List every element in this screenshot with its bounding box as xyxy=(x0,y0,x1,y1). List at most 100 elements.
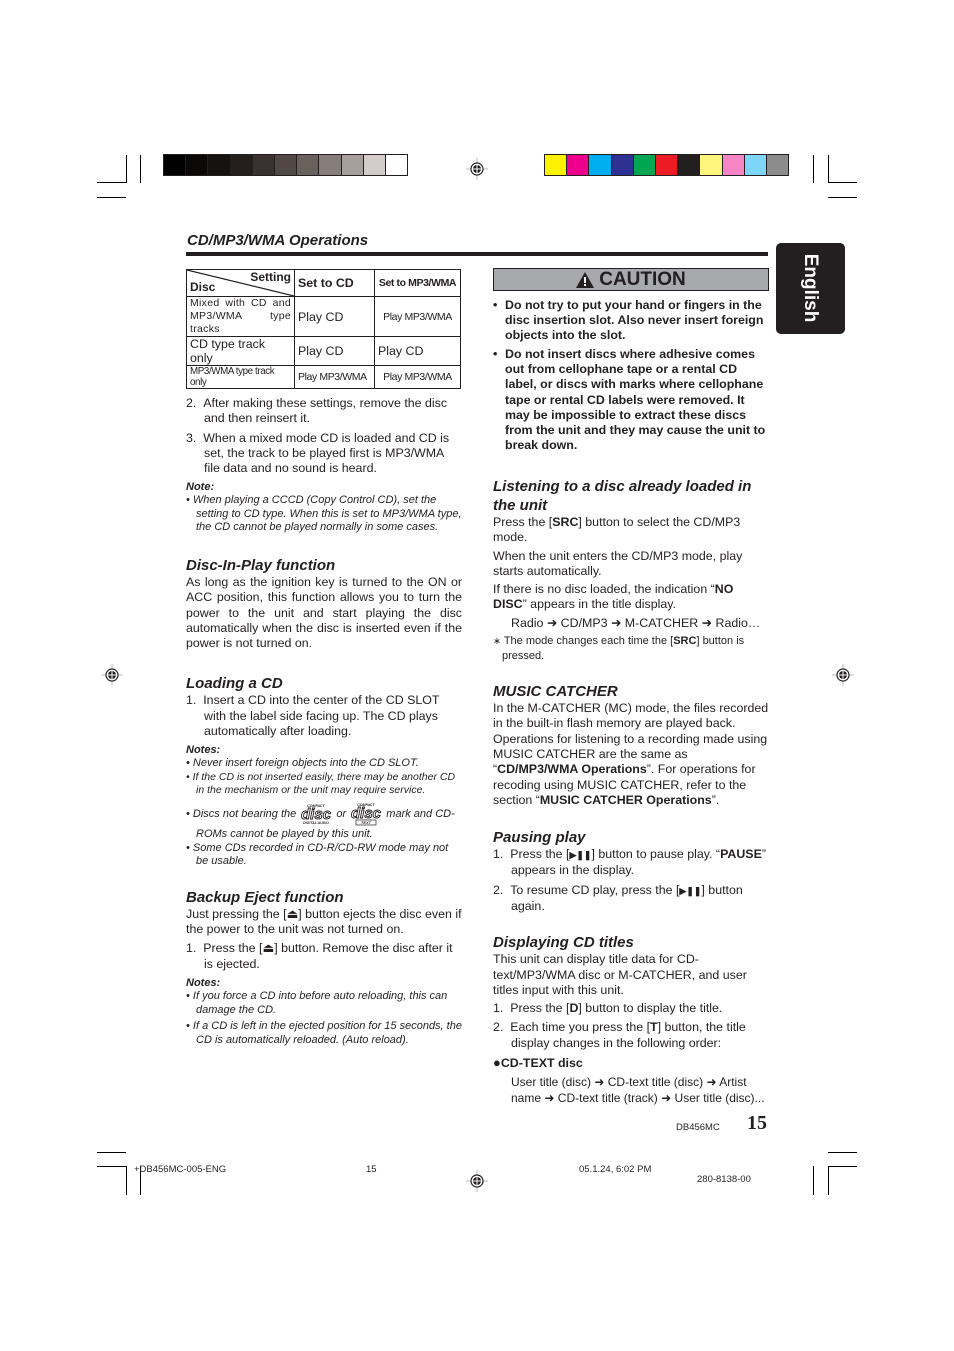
color-calibration-bar xyxy=(544,154,789,176)
note-item: Never insert foreign objects into the CD… xyxy=(186,757,462,771)
gray-swatch xyxy=(274,155,298,175)
cd-text-label: ●CD-TEXT disc xyxy=(493,1055,583,1071)
displaying-heading: Displaying CD titles xyxy=(493,934,634,952)
table-row: Mixed with CD and MP3/WMA type tracks Pl… xyxy=(186,296,461,337)
grayscale-calibration-bar xyxy=(163,154,408,176)
list-item: 1. Press the [D] button to display the t… xyxy=(493,1001,723,1016)
caution-item: Do not insert discs where adhesive comes… xyxy=(493,347,769,453)
table-row: MP3/WMA type track only Play MP3/WMA Pla… xyxy=(186,365,461,389)
mp3-setting-value: Play CD xyxy=(374,336,461,366)
displaying-body: This unit can display title data for CD-… xyxy=(493,952,747,997)
caution-list: Do not try to put your hand or fingers i… xyxy=(493,298,769,453)
music-catcher-body: In the M-CATCHER (MC) mode, the files re… xyxy=(493,701,769,807)
list-item: 1. Press the [⏏] button. Remove the disc… xyxy=(186,941,453,971)
compact-disc-text-logo: COMPACT disc TEXT xyxy=(349,802,383,826)
listening-p3: If there is no disc loaded, the indicati… xyxy=(493,582,734,612)
cd-setting-value: Play CD xyxy=(294,296,375,337)
note-item: If you force a CD into before auto reloa… xyxy=(186,990,462,1017)
list-item: 2. After making these settings, remove t… xyxy=(186,396,448,426)
left-column: Setting Disc Set to CD Set to MP3/WMA Mi… xyxy=(186,269,462,1047)
gray-swatch xyxy=(230,155,253,175)
color-swatch xyxy=(589,155,612,175)
pausing-steps: 1. Press the [▶❚❚] button to pause play.… xyxy=(493,847,769,914)
pausing-heading: Pausing play xyxy=(493,829,586,847)
section-rule xyxy=(186,252,768,256)
mode-footnote: ∗ The mode changes each time the [SRC] b… xyxy=(493,635,745,663)
note-heading: Note: xyxy=(186,481,215,494)
displaying-steps: 1. Press the [D] button to display the t… xyxy=(493,1001,769,1051)
backup-eject-steps: 1. Press the [⏏] button. Remove the disc… xyxy=(186,941,462,972)
cd-setting-value: Play CD xyxy=(294,336,375,366)
mode-flow: Radio ➜ CD/MP3 ➜ M-CATCHER ➜ Radio… xyxy=(511,615,761,630)
registration-mark-bottom xyxy=(466,1170,488,1192)
gray-swatch xyxy=(385,155,408,175)
color-swatch xyxy=(700,155,723,175)
color-swatch xyxy=(766,155,789,175)
note-item: Discs not bearing the COMPACTdiscDIGITAL… xyxy=(186,802,462,842)
page-number: 15 xyxy=(747,1112,767,1134)
disc-in-play-body: As long as the ignition key is turned to… xyxy=(186,574,462,651)
cd-setting-value: Play MP3/WMA xyxy=(294,365,375,389)
registration-mark-right xyxy=(832,664,854,686)
arrow-right-icon: ➜ xyxy=(706,1075,717,1090)
arrow-right-icon: ➜ xyxy=(661,1090,672,1105)
arrow-right-icon: ➜ xyxy=(701,615,713,630)
backup-eject-body: Just pressing the [⏏] button ejects the … xyxy=(186,906,462,937)
section-title: CD/MP3/WMA Operations xyxy=(187,232,369,249)
table-row: CD type track only Play CD Play CD xyxy=(186,336,461,366)
color-swatch xyxy=(567,155,590,175)
list-item: 2. To resume CD play, press the [▶❚❚] bu… xyxy=(493,882,743,913)
list-item: 1. Insert a CD into the center of the CD… xyxy=(186,693,440,739)
loading-steps: 1. Insert a CD into the center of the CD… xyxy=(186,693,462,739)
mp3-setting-value: Play MP3/WMA xyxy=(374,365,461,389)
disc-type: MP3/WMA type track only xyxy=(186,365,295,389)
play-pause-icon: ▶❚❚ xyxy=(679,885,702,896)
notes-heading: Notes: xyxy=(186,977,221,990)
steps-after-table: 2. After making these settings, remove t… xyxy=(186,396,462,476)
title-order: User title (disc) ➜ CD-text title (disc)… xyxy=(511,1075,765,1105)
color-swatch xyxy=(545,155,568,175)
right-column: CAUTION Do not try to put your hand or f… xyxy=(493,268,769,1106)
arrow-right-icon: ➜ xyxy=(594,1075,605,1090)
notes-heading: Notes: xyxy=(186,744,221,757)
listening-p2: When the unit enters the CD/MP3 mode, pl… xyxy=(493,548,743,578)
color-swatch xyxy=(611,155,634,175)
color-swatch xyxy=(655,155,679,175)
gray-swatch xyxy=(164,155,187,175)
note-item: Some CDs recorded in CD-R/CD-RW mode may… xyxy=(186,842,462,869)
slug-part-number: 280-8138-00 xyxy=(697,1174,751,1185)
slug-datetime: 05.1.24, 6:02 PM xyxy=(579,1164,652,1175)
loading-heading: Loading a CD xyxy=(186,675,283,693)
gray-swatch xyxy=(341,155,364,175)
col-header-set-to-mp3: Set to MP3/WMA xyxy=(374,269,461,297)
corner-setting-label: Setting xyxy=(250,270,291,284)
col-header-set-to-cd: Set to CD xyxy=(294,269,375,297)
arrow-right-icon: ➜ xyxy=(544,1090,555,1105)
slug-filename: +DB456MC-005-ENG xyxy=(134,1164,227,1175)
compact-disc-digital-audio-logo: COMPACT disc DIGITAL AUDIO xyxy=(299,803,333,825)
warning-triangle-icon xyxy=(576,271,595,288)
note-item: If a CD is left in the ejected position … xyxy=(186,1020,462,1047)
disc-type: Mixed with CD and MP3/WMA type tracks xyxy=(186,296,295,337)
gray-swatch xyxy=(186,155,209,175)
gray-swatch xyxy=(208,155,231,175)
svg-text:TEXT: TEXT xyxy=(361,820,372,825)
settings-table: Setting Disc Set to CD Set to MP3/WMA Mi… xyxy=(186,269,461,389)
listening-p1: Press the [SRC] button to select the CD/… xyxy=(493,514,741,545)
language-tab-label: English xyxy=(800,253,821,323)
color-swatch xyxy=(744,155,767,175)
slug-page: 15 xyxy=(366,1164,377,1175)
caution-banner: CAUTION xyxy=(493,268,769,291)
color-swatch xyxy=(722,155,745,175)
bullet-dot-icon: ● xyxy=(493,1055,501,1071)
svg-text:DIGITAL AUDIO: DIGITAL AUDIO xyxy=(303,821,329,825)
eject-icon: ⏏ xyxy=(262,941,275,956)
mp3-setting-value: Play MP3/WMA xyxy=(374,296,461,337)
gray-swatch xyxy=(319,155,342,175)
list-item: 3. When a mixed mode CD is loaded and CD… xyxy=(186,430,450,476)
model-code: DB456MC xyxy=(676,1122,720,1133)
color-swatch xyxy=(678,155,701,175)
eject-icon: ⏏ xyxy=(286,906,299,921)
registration-mark-left xyxy=(101,664,123,686)
music-catcher-heading: MUSIC CATCHER xyxy=(493,683,618,701)
